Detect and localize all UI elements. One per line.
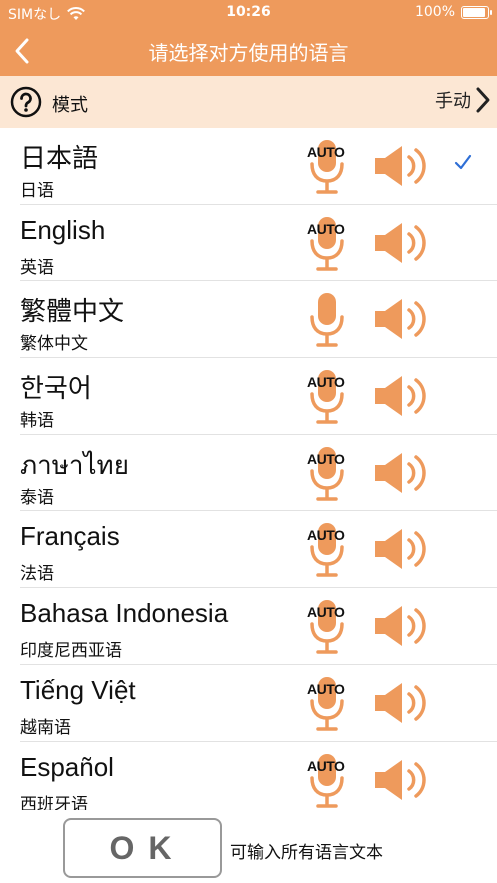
language-native-name: 한국어: [20, 373, 92, 404]
language-row[interactable]: Español 西班牙语 AUTO: [0, 742, 497, 811]
language-row[interactable]: 日本語 日语 AUTO: [0, 128, 497, 205]
speaker-button[interactable]: [372, 221, 432, 265]
speaker-icon: [375, 299, 426, 340]
mode-selector[interactable]: 手动: [435, 86, 491, 114]
mic-button[interactable]: [305, 293, 349, 349]
language-chinese-name: 西班牙语: [20, 794, 88, 811]
speaker-button[interactable]: [372, 144, 432, 188]
mode-bar: 模式 手动: [0, 76, 497, 128]
language-row[interactable]: Bahasa Indonesia 印度尼西亚语 AUTO: [0, 588, 497, 665]
auto-badge: AUTO: [307, 144, 345, 160]
microphone-icon: [310, 293, 344, 348]
speaker-button[interactable]: [372, 604, 432, 648]
language-chinese-name: 日语: [20, 181, 54, 201]
speaker-icon: [375, 222, 426, 263]
mode-label: 模式: [52, 95, 88, 116]
speaker-button[interactable]: [372, 297, 432, 341]
language-list: 日本語 日语 AUTO English 英语 AUTO 繁體中文 繁体中文 한국…: [0, 128, 497, 810]
selected-checkmark: [453, 152, 473, 172]
mode-value: 手动: [435, 91, 471, 112]
language-row[interactable]: Tiếng Việt 越南语 AUTO: [0, 665, 497, 742]
language-row[interactable]: 繁體中文 繁体中文: [0, 281, 497, 359]
language-native-name: Bahasa Indonesia: [20, 598, 229, 629]
speaker-icon: [375, 682, 426, 723]
language-chinese-name: 印度尼西亚语: [20, 641, 122, 662]
language-native-name: English: [20, 214, 106, 245]
language-row[interactable]: ภาษาไทย 泰语 AUTO: [0, 435, 497, 512]
nav-bar: 请选择对方使用的语言: [0, 26, 497, 76]
language-native-name: Tiếng Việt: [20, 674, 136, 705]
language-chinese-name: 法语: [20, 564, 54, 585]
speaker-button[interactable]: [372, 527, 432, 571]
input-hint: 可输入所有语言文本: [230, 843, 383, 863]
auto-badge: AUTO: [307, 527, 345, 544]
language-native-name: 日本語: [20, 143, 99, 173]
battery-group: 100%: [414, 4, 492, 20]
language-chinese-name: 繁体中文: [20, 334, 88, 355]
language-chinese-name: 泰语: [20, 487, 54, 508]
speaker-button[interactable]: [372, 374, 432, 418]
language-native-name: 繁體中文: [20, 296, 125, 327]
language-native-name: Français: [20, 521, 120, 552]
speaker-icon: [375, 376, 426, 417]
language-chinese-name: 英语: [20, 257, 54, 278]
auto-badge: AUTO: [307, 220, 345, 237]
language-chinese-name: 韩语: [20, 411, 54, 432]
auto-badge: AUTO: [307, 604, 345, 621]
footer-bar: OK 可输入所有语言文本: [0, 810, 497, 883]
speaker-button[interactable]: [372, 758, 432, 802]
speaker-icon: [375, 146, 426, 186]
language-chinese-name: 越南语: [20, 717, 71, 738]
question-circle-icon: [10, 86, 42, 118]
auto-badge: AUTO: [307, 450, 345, 467]
language-row[interactable]: 한국어 韩语 AUTO: [0, 358, 497, 435]
speaker-icon: [375, 452, 426, 493]
language-native-name: Español: [20, 751, 114, 782]
speaker-button[interactable]: [372, 681, 432, 725]
battery-icon: [461, 5, 492, 19]
speaker-icon: [375, 759, 426, 800]
help-button[interactable]: [10, 86, 42, 118]
chevron-right-icon: [476, 87, 490, 113]
battery-percent: 100%: [414, 4, 455, 20]
checkmark-icon: [454, 154, 472, 170]
speaker-button[interactable]: [372, 451, 432, 495]
status-bar: SIMなし 10:26 100%: [0, 0, 497, 26]
auto-badge: AUTO: [307, 680, 345, 697]
auto-badge: AUTO: [307, 757, 345, 774]
speaker-icon: [375, 529, 426, 570]
language-native-name: ภาษาไทย: [20, 449, 129, 480]
ok-button[interactable]: OK: [63, 818, 222, 878]
speaker-icon: [375, 606, 426, 647]
language-row[interactable]: Français 法语 AUTO: [0, 511, 497, 589]
page-title: 请选择对方使用的语言: [148, 41, 349, 65]
language-row[interactable]: English 英语 AUTO: [0, 205, 497, 282]
auto-badge: AUTO: [307, 374, 345, 391]
